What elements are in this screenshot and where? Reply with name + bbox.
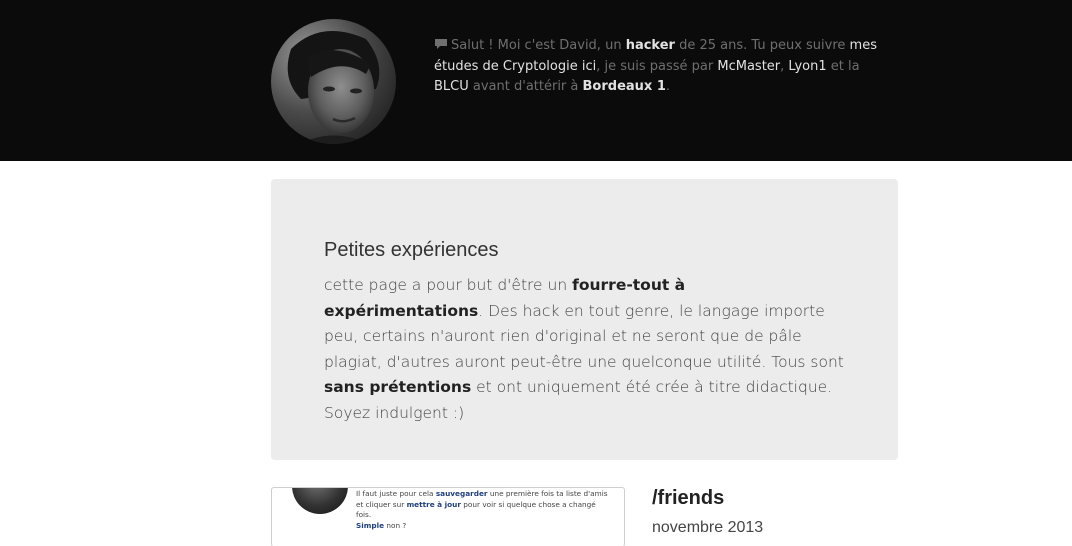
thumb-line1c: une première fois ta liste d'amis — [487, 489, 608, 498]
avatar-portrait — [271, 19, 396, 144]
bio-part5: avant d'attérir à — [468, 79, 583, 94]
thumb-line2c: pour voir si quelque chose a changé — [460, 499, 596, 509]
bio-part3: , je suis passé par — [596, 58, 718, 74]
intro-card: Petites expériences cette page a pour bu… — [271, 179, 898, 460]
bio-part6: . — [665, 79, 671, 94]
thumb-line1a: Il faut juste pour cela — [356, 489, 436, 498]
thumb-line4a: Simple — [356, 520, 385, 530]
bio-hacker: hacker — [625, 38, 675, 53]
thumb-line3: fois. — [356, 510, 372, 519]
bio-part2: de 25 ans. Tu peux suivre — [674, 38, 850, 53]
intro-bold-2: sans prétentions — [324, 378, 472, 396]
thumb-line2b: mettre à jour — [406, 499, 461, 509]
link-mcmaster[interactable]: McMaster — [717, 59, 780, 74]
intro-title: Petites expériences — [324, 239, 499, 261]
thumb-line4b: non ? — [384, 520, 407, 530]
bio-part1: Salut ! Moi c'est David, un — [451, 38, 626, 53]
post-thumbnail[interactable]: Il faut juste pour cela sauvegarder une … — [271, 487, 625, 546]
thumbnail-text: Il faut juste pour cela sauvegarder une … — [356, 489, 624, 531]
post-title-link[interactable]: /friends — [652, 487, 724, 510]
thumb-line1b: sauvegarder — [435, 489, 488, 498]
header-banner: Salut ! Moi c'est David, un hacker de 25… — [0, 0, 1072, 161]
post-date: novembre 2013 — [652, 519, 764, 536]
speech-bubble-icon — [434, 37, 448, 49]
bio-bordeaux: Bordeaux 1 — [582, 79, 666, 94]
intro-text: cette page a pour but d'être un fourre-t… — [324, 273, 844, 426]
link-blcu[interactable]: BLCU — [434, 79, 469, 94]
link-lyon1[interactable]: Lyon1 — [788, 59, 826, 74]
bio-part4: et la — [826, 58, 860, 74]
thumb-line2a: et cliquer sur — [356, 499, 407, 509]
thumbnail-avatar — [292, 488, 348, 514]
avatar — [271, 19, 396, 144]
intro-text-1: cette page a pour but d'être un — [324, 276, 573, 294]
bio-text: Salut ! Moi c'est David, un hacker de 25… — [434, 36, 894, 98]
